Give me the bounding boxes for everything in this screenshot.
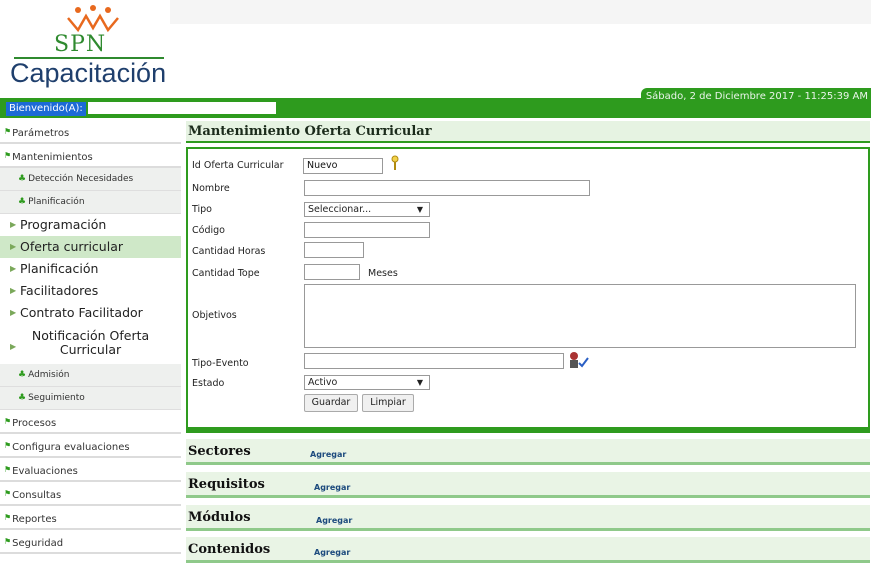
codigo-label: Código bbox=[192, 225, 225, 236]
sidebar-item-seguridad[interactable]: ⚑Seguridad bbox=[0, 530, 181, 554]
codigo-field[interactable] bbox=[304, 222, 430, 238]
logo-spn: SPN bbox=[54, 32, 107, 57]
arrow-right-icon: ▶ bbox=[10, 264, 17, 273]
estado-label: Estado bbox=[192, 378, 225, 389]
top-green-bar: Sábado, 2 de Diciembre 2017 - 11:25:39 A… bbox=[0, 88, 871, 118]
header: SPN Capacitación bbox=[0, 0, 871, 98]
section-requisitos: Requisitos Agregar bbox=[186, 472, 870, 498]
flag-icon: ⚑ bbox=[4, 513, 12, 522]
limpiar-button[interactable]: Limpiar bbox=[362, 394, 414, 412]
arrow-right-icon: ▶ bbox=[10, 308, 17, 317]
sidebar-leaf-planificacion[interactable]: ▶ Planificación bbox=[0, 258, 181, 280]
key-icon[interactable] bbox=[390, 155, 400, 171]
section-contenidos: Contenidos Agregar bbox=[186, 537, 870, 563]
sidebar-leaf-oferta[interactable]: ▶ Oferta curricular bbox=[0, 236, 181, 258]
sidebar-leaf-facilitadores[interactable]: ▶ Facilitadores bbox=[0, 280, 181, 302]
tipo-evento-label: Tipo-Evento bbox=[192, 358, 249, 369]
section-divider bbox=[186, 528, 870, 531]
dropdown-arrow-icon: ▼ bbox=[416, 205, 423, 214]
form-bottom-strip bbox=[186, 427, 870, 433]
tipo-select[interactable]: Seleccionar... ▼ bbox=[304, 202, 430, 217]
modulos-title: Módulos bbox=[188, 510, 251, 525]
current-date: Sábado, 2 de Diciembre 2017 - 11:25:39 A… bbox=[645, 91, 868, 102]
user-name-redacted bbox=[88, 102, 276, 114]
nombre-label: Nombre bbox=[192, 183, 230, 194]
form-panel: Id Oferta Curricular Nuevo Nombre Tipo S… bbox=[186, 147, 870, 433]
app-title: Capacitación bbox=[10, 58, 167, 88]
sidebar-item-parametros[interactable]: ⚑Parámetros bbox=[0, 120, 181, 144]
sidebar-item-reportes[interactable]: ⚑Reportes bbox=[0, 506, 181, 530]
date-tab: Sábado, 2 de Diciembre 2017 - 11:25:39 A… bbox=[641, 88, 871, 118]
sidebar-leaf-contrato[interactable]: ▶ Contrato Facilitador bbox=[0, 302, 181, 324]
sidebar-sub-admision[interactable]: ♣ Admisión bbox=[0, 364, 181, 387]
contenidos-agregar-link[interactable]: Agregar bbox=[314, 548, 350, 557]
sidebar-item-configura[interactable]: ⚑Configura evaluaciones bbox=[0, 434, 181, 458]
flag-icon: ⚑ bbox=[4, 127, 12, 136]
horas-field[interactable] bbox=[304, 242, 364, 258]
requisitos-agregar-link[interactable]: Agregar bbox=[314, 483, 350, 492]
sectores-title: Sectores bbox=[188, 444, 251, 459]
sidebar-sub-seguimiento[interactable]: ♣ Seguimiento bbox=[0, 387, 181, 410]
welcome-label: Bienvenido(A): bbox=[6, 102, 86, 116]
modulos-agregar-link[interactable]: Agregar bbox=[316, 516, 352, 525]
sidebar-sub-planificacion[interactable]: ♣ Planificación bbox=[0, 191, 181, 214]
arrow-right-icon: ▶ bbox=[10, 286, 17, 295]
section-divider bbox=[186, 495, 870, 498]
arrow-right-icon: ▶ bbox=[10, 220, 17, 229]
nombre-field[interactable] bbox=[304, 180, 590, 196]
tope-label: Cantidad Tope bbox=[192, 268, 260, 279]
flag-icon: ⚑ bbox=[4, 465, 12, 474]
flag-icon: ⚑ bbox=[4, 489, 12, 498]
objetivos-textarea[interactable] bbox=[304, 284, 856, 348]
sidebar-item-evaluaciones[interactable]: ⚑Evaluaciones bbox=[0, 458, 181, 482]
sidebar-sub-deteccion[interactable]: ♣ Detección Necesidades bbox=[0, 168, 181, 191]
sidebar-item-procesos[interactable]: ⚑Procesos bbox=[0, 410, 181, 434]
id-field[interactable]: Nuevo bbox=[303, 158, 383, 174]
estado-select[interactable]: Activo ▼ bbox=[304, 375, 430, 390]
page-title: Mantenimiento Oferta Curricular bbox=[186, 121, 870, 143]
sectores-agregar-link[interactable]: Agregar bbox=[310, 450, 346, 459]
flag-icon: ⚑ bbox=[4, 151, 12, 160]
sidebar-leaf-notificacion[interactable]: ▶ Notificación Oferta Curricular bbox=[0, 324, 181, 364]
guardar-button[interactable]: Guardar bbox=[304, 394, 358, 412]
flag-icon: ⚑ bbox=[4, 537, 12, 546]
header-background bbox=[170, 0, 871, 24]
sidebar-item-consultas[interactable]: ⚑Consultas bbox=[0, 482, 181, 506]
section-sectores: Sectores Agregar bbox=[186, 439, 870, 465]
tipo-label: Tipo bbox=[192, 204, 212, 215]
objetivos-label: Objetivos bbox=[192, 310, 237, 321]
tree-icon: ♣ bbox=[18, 370, 27, 380]
user-check-icon[interactable] bbox=[568, 351, 590, 369]
flag-icon: ⚑ bbox=[4, 417, 12, 426]
sidebar-leaf-programacion[interactable]: ▶ Programación bbox=[0, 214, 181, 236]
sidebar-item-mantenimientos[interactable]: ⚑Mantenimientos bbox=[0, 144, 181, 168]
meses-label: Meses bbox=[368, 268, 398, 279]
people-logo-icon bbox=[67, 5, 119, 33]
section-modulos: Módulos Agregar bbox=[186, 505, 870, 531]
logo: SPN Capacitación bbox=[8, 2, 168, 94]
tope-field[interactable] bbox=[304, 264, 360, 280]
id-label: Id Oferta Curricular bbox=[192, 160, 284, 171]
dropdown-arrow-icon: ▼ bbox=[416, 378, 423, 387]
tree-icon: ♣ bbox=[18, 197, 27, 207]
tree-icon: ♣ bbox=[18, 393, 27, 403]
tipo-evento-field[interactable] bbox=[304, 353, 564, 369]
main-content: Mantenimiento Oferta Curricular Id Ofert… bbox=[186, 121, 870, 563]
section-divider bbox=[186, 462, 870, 465]
arrow-right-icon: ▶ bbox=[10, 242, 17, 251]
requisitos-title: Requisitos bbox=[188, 477, 265, 492]
flag-icon: ⚑ bbox=[4, 441, 12, 450]
contenidos-title: Contenidos bbox=[188, 542, 271, 557]
sidebar: ⚑Parámetros ⚑Mantenimientos ♣ Detección N… bbox=[0, 120, 181, 563]
horas-label: Cantidad Horas bbox=[192, 246, 266, 257]
arrow-right-icon: ▶ bbox=[10, 342, 17, 351]
tree-icon: ♣ bbox=[18, 174, 27, 184]
